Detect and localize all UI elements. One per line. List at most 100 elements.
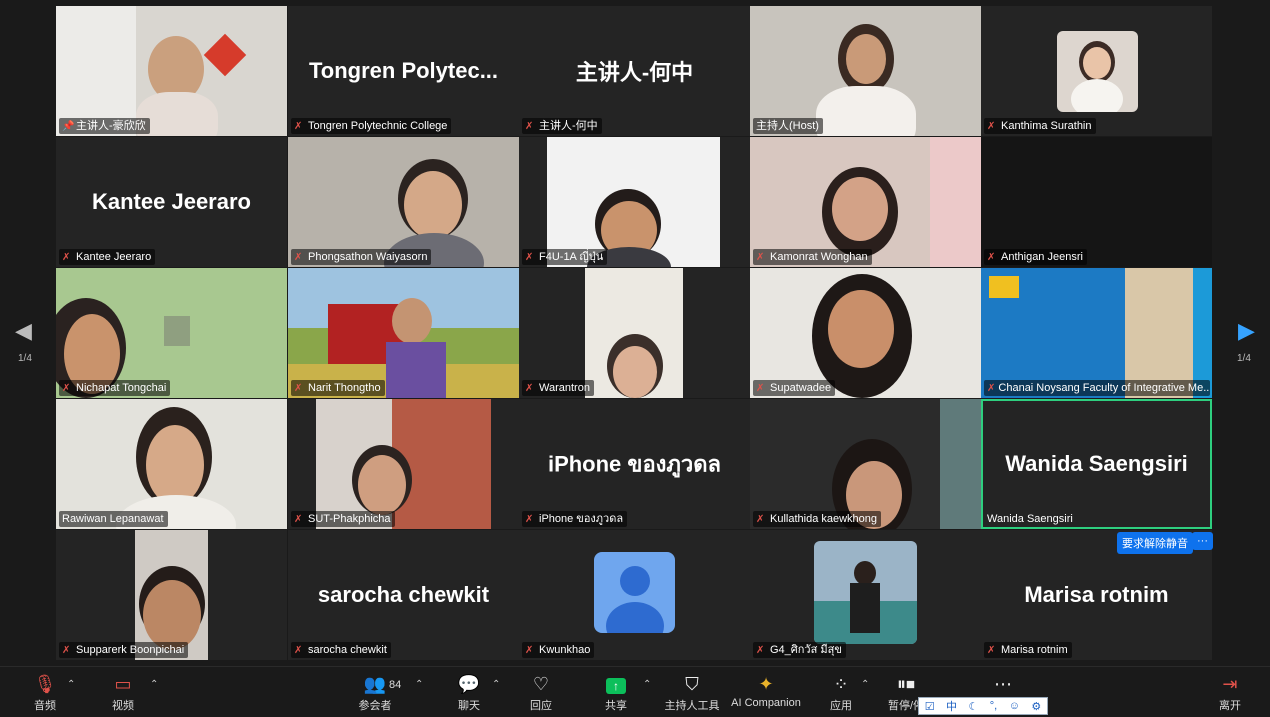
punctuation-icon[interactable]: °, bbox=[990, 700, 997, 712]
tile-8[interactable]: ✗ Kamonrat Wonghan bbox=[750, 137, 981, 267]
video-feed bbox=[585, 268, 683, 398]
sparkle-icon: ✦ bbox=[758, 674, 774, 694]
tile-16[interactable]: ✗ SUT-Phakphicha bbox=[288, 399, 519, 529]
person-avatar-icon bbox=[594, 552, 675, 633]
reactions-button[interactable]: ♡ 回应 bbox=[524, 671, 558, 713]
tile-18[interactable]: ✗ Kullathida kaewkhong bbox=[750, 399, 981, 529]
participants-count: 84 bbox=[389, 679, 402, 691]
tile-20[interactable]: ✗ Supparerk Boonpichai bbox=[56, 530, 287, 660]
participant-label: ✗ Supatwadee bbox=[753, 380, 836, 396]
video-feed bbox=[750, 268, 981, 398]
tile-14[interactable]: ✗ Chanai Noysang Faculty of Integrative M… bbox=[981, 268, 1212, 398]
share-caret-icon[interactable]: ⌃ bbox=[643, 679, 651, 690]
participant-label: ✗ Kanthima Surathin bbox=[984, 118, 1096, 134]
mic-muted-icon: ✗ bbox=[756, 644, 765, 656]
tile-7[interactable]: ✗ F4U-1A ญี่ปุ่น bbox=[519, 137, 750, 267]
participants-button[interactable]: 👥 参会者 bbox=[355, 671, 395, 713]
participant-label: ✗ Warantron bbox=[522, 380, 594, 396]
share-button[interactable]: ↑ 共享 bbox=[598, 671, 634, 713]
ime-language[interactable]: 中 bbox=[946, 698, 957, 714]
host-tools-button[interactable]: ⛉ 主持人工具 bbox=[662, 671, 722, 713]
ai-companion-button[interactable]: ✦ AI Companion bbox=[730, 671, 802, 709]
user-icon[interactable]: ☺ bbox=[1009, 700, 1020, 712]
participant-label: 📌 主讲人-豪欣欣 bbox=[59, 118, 150, 134]
video-feed bbox=[750, 137, 981, 267]
tile-22[interactable]: ✗ Kwunkhao bbox=[519, 530, 750, 660]
participant-label: 主持人(Host) bbox=[753, 118, 823, 134]
tile-15[interactable]: Rawiwan Lepanawat bbox=[56, 399, 287, 529]
more-toolbar-button[interactable]: ⋯ bbox=[988, 671, 1018, 697]
video-off-icon: ▭ bbox=[114, 674, 132, 694]
video-feed bbox=[288, 268, 519, 398]
more-options-button[interactable]: ··· bbox=[1192, 532, 1213, 550]
tile-19[interactable]: Wanida Saengsiri Wanida Saengsiri bbox=[981, 399, 1212, 529]
ask-to-unmute-button[interactable]: 要求解除静音 bbox=[1117, 532, 1193, 554]
mic-off-icon: 🎙 bbox=[33, 674, 57, 694]
ime-toolbar[interactable]: ☑ 中 ☾ °, ☺ ⚙ bbox=[918, 697, 1048, 715]
participant-label: Wanida Saengsiri bbox=[987, 513, 1073, 525]
participant-name: 主讲人-何中 bbox=[575, 60, 694, 85]
audio-options-caret-icon[interactable]: ⌃ bbox=[67, 679, 75, 690]
heart-icon: ♡ bbox=[532, 674, 550, 694]
gear-icon[interactable]: ⚙ bbox=[1031, 700, 1041, 713]
tile-0[interactable]: 📌 主讲人-豪欣欣 bbox=[56, 6, 287, 136]
video-options-caret-icon[interactable]: ⌃ bbox=[150, 679, 158, 690]
mic-muted-icon: ✗ bbox=[987, 251, 996, 263]
tile-11[interactable]: ✗ Narit Thongtho bbox=[288, 268, 519, 398]
participant-label: ✗ F4U-1A ญี่ปุ่น bbox=[522, 249, 608, 265]
mic-muted-icon: ✗ bbox=[756, 513, 765, 525]
apps-button[interactable]: ⁘ 应用 bbox=[824, 671, 858, 713]
video-feed bbox=[56, 399, 287, 529]
page-indicator-left: 1/4 bbox=[18, 353, 32, 364]
participant-label: ✗ Tongren Polytechnic College bbox=[291, 118, 452, 134]
mic-muted-icon: ✗ bbox=[756, 251, 765, 263]
avatar bbox=[1057, 31, 1138, 112]
prev-page-arrow-icon[interactable]: ◀ bbox=[15, 318, 32, 344]
tile-5[interactable]: Kantee Jeeraro ✗ Kantee Jeeraro bbox=[56, 137, 287, 267]
mic-muted-icon: ✗ bbox=[987, 382, 996, 394]
video-feed bbox=[981, 268, 1212, 398]
ime-check-icon[interactable]: ☑ bbox=[925, 700, 935, 713]
tile-17[interactable]: iPhone ของภูวดล ✗ iPhone ของภูวดล bbox=[519, 399, 750, 529]
video-feed bbox=[547, 137, 720, 267]
video-feed bbox=[750, 6, 981, 136]
moon-icon[interactable]: ☾ bbox=[968, 700, 978, 713]
shield-icon: ⛉ bbox=[685, 674, 699, 694]
mic-muted-icon: ✗ bbox=[62, 644, 71, 656]
tile-3[interactable]: 主持人(Host) bbox=[750, 6, 981, 136]
participant-label: ✗ Kullathida kaewkhong bbox=[753, 511, 882, 527]
video-button[interactable]: ▭ 视频 bbox=[106, 671, 140, 713]
participant-label: ✗ Phongsathon Waiyasorn bbox=[291, 249, 432, 265]
mic-muted-icon: ✗ bbox=[294, 644, 303, 656]
participant-label: ✗ SUT-Phakphicha bbox=[291, 511, 395, 527]
tile-2[interactable]: 主讲人-何中 ✗ 主讲人-何中 bbox=[519, 6, 750, 136]
participants-caret-icon[interactable]: ⌃ bbox=[415, 679, 423, 690]
mic-muted-icon: ✗ bbox=[294, 513, 303, 525]
chat-caret-icon[interactable]: ⌃ bbox=[492, 679, 500, 690]
participant-label: ✗ Kwunkhao bbox=[522, 642, 595, 658]
tile-1[interactable]: Tongren Polytec... ✗ Tongren Polytechnic … bbox=[288, 6, 519, 136]
mic-muted-icon: ✗ bbox=[525, 382, 534, 394]
participant-label: ✗ Nichapat Tongchai bbox=[59, 380, 171, 396]
tile-12[interactable]: ✗ Warantron bbox=[519, 268, 750, 398]
next-page-arrow-icon[interactable]: ▶ bbox=[1238, 318, 1255, 344]
tile-4[interactable]: ✗ Kanthima Surathin bbox=[981, 6, 1212, 136]
audio-button[interactable]: 🎙 音频 bbox=[28, 671, 62, 713]
tile-23[interactable]: ✗ G4_ศิกวัส มีสุข bbox=[750, 530, 981, 660]
page-indicator-right: 1/4 bbox=[1237, 353, 1251, 364]
participant-label: ✗ Supparerk Boonpichai bbox=[59, 642, 189, 658]
video-feed bbox=[288, 137, 519, 267]
apps-caret-icon[interactable]: ⌃ bbox=[861, 679, 869, 690]
video-grid: 📌 主讲人-豪欣欣 Tongren Polytec... ✗ Tongren Pol… bbox=[56, 6, 1213, 660]
tile-9[interactable]: ✗ Anthigan Jeensri bbox=[981, 137, 1212, 267]
participant-name: Wanida Saengsiri bbox=[1005, 451, 1188, 476]
leave-button[interactable]: ⇥ 离开 bbox=[1213, 671, 1247, 713]
tile-13[interactable]: ✗ Supatwadee bbox=[750, 268, 981, 398]
tile-21[interactable]: sarocha chewkit ✗ sarocha chewkit bbox=[288, 530, 519, 660]
video-feed bbox=[316, 399, 491, 529]
tile-10[interactable]: ✗ Nichapat Tongchai bbox=[56, 268, 287, 398]
participant-label: ✗ 主讲人-何中 bbox=[522, 118, 602, 134]
participant-label: ✗ iPhone ของภูวดล bbox=[522, 511, 628, 527]
tile-6[interactable]: ✗ Phongsathon Waiyasorn bbox=[288, 137, 519, 267]
chat-button[interactable]: 💬 聊天 bbox=[452, 671, 486, 713]
